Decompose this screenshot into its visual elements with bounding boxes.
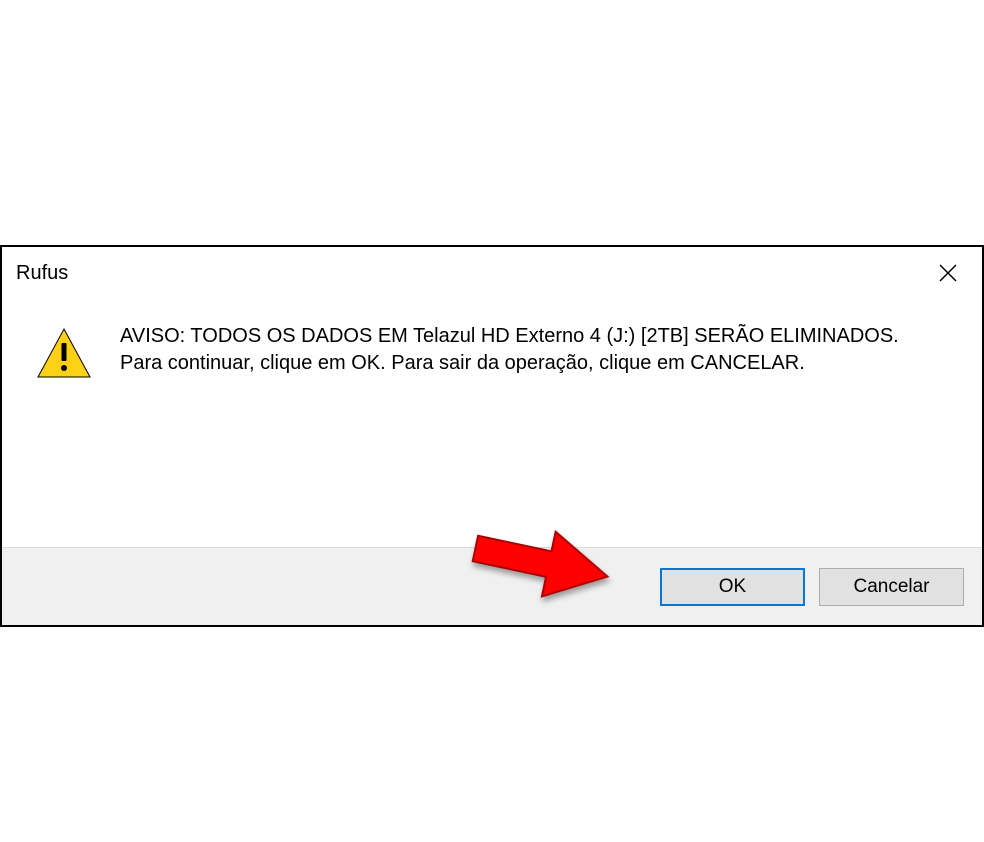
arrow-annotation-icon: [464, 517, 614, 607]
dialog-content: AVISO: TODOS OS DADOS EM Telazul HD Exte…: [2, 299, 982, 409]
warning-icon: [36, 327, 92, 379]
close-button[interactable]: [926, 253, 970, 293]
ok-button[interactable]: OK: [660, 568, 805, 606]
titlebar: Rufus: [2, 247, 982, 299]
window-title: Rufus: [16, 262, 68, 285]
button-bar: OK Cancelar: [2, 547, 982, 625]
dialog-window: Rufus AVISO: TODOS OS DADOS EM Telazul H…: [0, 245, 984, 627]
close-icon: [939, 264, 957, 282]
cancel-button[interactable]: Cancelar: [819, 568, 964, 606]
dialog-message: AVISO: TODOS OS DADOS EM Telazul HD Exte…: [120, 323, 919, 379]
